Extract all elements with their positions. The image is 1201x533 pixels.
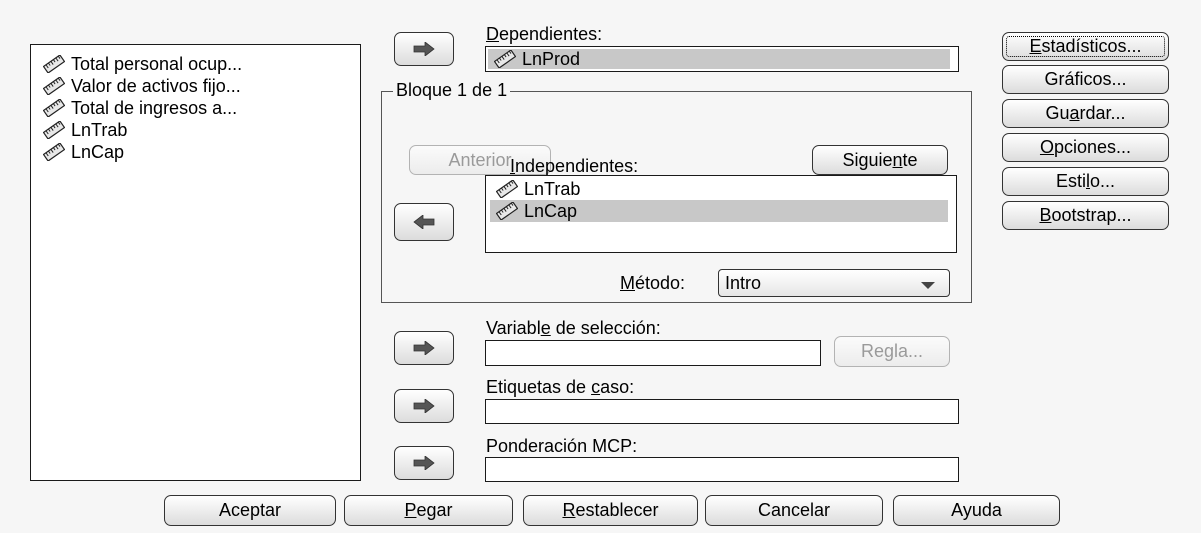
move-to-selection-variable-button[interactable] [394,331,454,365]
bootstrap-label: Bootstrap... [1039,205,1132,225]
scale-variable-icon [496,202,518,220]
next-block-button[interactable]: Siguiente [812,145,948,175]
ok-button[interactable]: Aceptar [164,495,336,526]
scale-variable-icon [494,50,516,68]
paste-label: Pegar [404,500,453,520]
block-title: Bloque 1 de 1 [393,80,511,101]
options-button[interactable]: Opciones... [1002,133,1169,162]
source-variable-label: Valor de activos fijo... [71,75,241,96]
method-dropdown[interactable]: Intro [718,269,950,297]
case-labels-field[interactable] [485,399,959,424]
reset-button[interactable]: Restablecer [523,495,698,526]
source-variable-item[interactable]: Valor de activos fijo... [43,75,360,97]
wls-weight-label: Ponderación MCP: [486,436,638,456]
independent-list[interactable]: LnTrab LnCap [485,175,957,253]
scale-variable-icon [43,55,65,73]
independent-item-label: LnTrab [524,178,581,199]
move-to-dependent-button[interactable] [394,32,454,66]
arrow-right-icon [413,456,435,470]
options-label: Opciones... [1039,137,1132,157]
scale-variable-icon [43,143,65,161]
source-variable-label: LnCap [71,141,125,162]
help-label: Ayuda [951,500,1002,520]
source-variable-item[interactable]: LnCap [43,141,360,163]
statistics-button[interactable]: Estadísticos... [1002,32,1169,61]
arrow-right-icon [413,399,435,413]
move-to-independent-button[interactable] [394,203,454,241]
scale-variable-icon [496,180,518,198]
dependent-value: LnProd [522,48,581,69]
source-variable-label: Total de ingresos a... [71,97,238,118]
dependent-field[interactable]: LnProd [485,46,959,72]
next-block-label: Siguiente [842,149,918,170]
cancel-button[interactable]: Cancelar [705,495,883,526]
selection-variable-field[interactable] [485,340,821,366]
scale-variable-icon [43,99,65,117]
bootstrap-button[interactable]: Bootstrap... [1002,201,1169,230]
source-variable-label: Total personal ocup... [71,53,243,74]
source-variable-item[interactable]: Total personal ocup... [43,53,360,75]
method-label: Método: [620,273,686,293]
dependent-item[interactable]: LnProd [488,49,950,69]
help-button[interactable]: Ayuda [893,495,1060,526]
reset-label: Restablecer [562,500,659,520]
statistics-label: Estadísticos... [1029,36,1142,56]
arrow-right-icon [413,42,435,56]
ok-label: Aceptar [218,500,282,520]
source-variable-item[interactable]: LnTrab [43,119,360,141]
dependent-label: Dependientes: [486,24,603,44]
case-labels-label: Etiquetas de caso: [486,377,635,397]
rule-button[interactable]: Regla... [834,336,950,367]
scale-variable-icon [43,77,65,95]
independent-item[interactable]: LnCap [490,200,948,222]
source-variable-item[interactable]: Total de ingresos a... [43,97,360,119]
source-variable-list[interactable]: Total personal ocup... Valor de activos f… [30,44,361,481]
arrow-right-icon [413,341,435,355]
independent-item-label: LnCap [524,200,578,221]
save-label: Guardar... [1045,103,1126,123]
style-label: Estilo... [1055,171,1116,191]
move-to-case-labels-button[interactable] [394,389,454,423]
style-button[interactable]: Estilo... [1002,167,1169,196]
independent-label: Independientes: [510,156,639,176]
previous-block-label: Anterior [448,149,512,170]
save-button[interactable]: Guardar... [1002,99,1169,128]
wls-weight-field[interactable] [485,457,959,482]
independent-item[interactable]: LnTrab [490,178,948,200]
method-value: Intro [725,272,762,293]
source-variable-label: LnTrab [71,119,128,140]
scale-variable-icon [43,121,65,139]
cancel-label: Cancelar [757,500,831,520]
selection-variable-label: Variable de selección: [486,318,661,338]
chevron-down-icon [921,282,935,289]
arrow-left-icon [413,215,435,229]
plots-label: Gráficos... [1044,69,1127,89]
paste-button[interactable]: Pegar [344,495,513,526]
rule-label: Regla... [860,341,924,361]
move-to-wls-weight-button[interactable] [394,446,454,480]
plots-button[interactable]: Gráficos... [1002,65,1169,94]
